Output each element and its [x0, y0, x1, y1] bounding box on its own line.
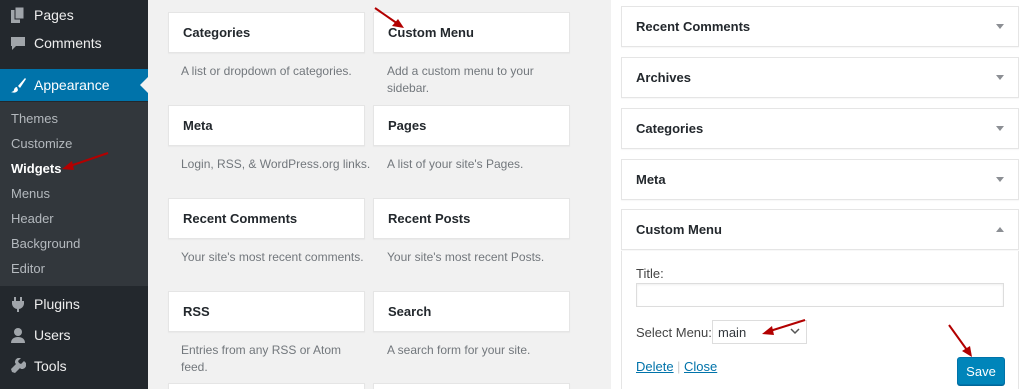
menu-label: Users — [34, 327, 71, 343]
menu-item-users[interactable]: Users — [0, 320, 148, 350]
menu-label: Plugins — [34, 296, 80, 312]
menu-item-tools[interactable]: Tools — [0, 351, 148, 381]
widget-meta[interactable]: Meta — [168, 105, 365, 146]
title-label: Title: — [636, 266, 664, 281]
widget-description: A list of your site's Pages. — [387, 157, 524, 171]
menu-item-pages[interactable]: Pages — [0, 0, 148, 30]
save-button[interactable]: Save — [957, 357, 1005, 385]
widget-description: Your site's most recent comments. — [181, 250, 364, 264]
widget-recent-posts[interactable]: Recent Posts — [373, 198, 570, 239]
widget-description: Add a custom menu to your sidebar. — [387, 64, 534, 95]
widget-partial[interactable] — [373, 383, 570, 389]
submenu-header[interactable]: Header — [11, 209, 54, 229]
submenu-editor[interactable]: Editor — [11, 259, 45, 279]
admin-sidebar: Pages Comments Appearance Themes Customi… — [0, 0, 148, 389]
area-widget-title: Meta — [636, 172, 666, 187]
select-menu-label: Select Menu: — [636, 325, 712, 340]
menu-label: Comments — [34, 35, 102, 51]
area-widget-custom-menu[interactable]: Custom Menu — [621, 209, 1019, 250]
widget-search[interactable]: Search — [373, 291, 570, 332]
area-widget-recent-comments[interactable]: Recent Comments — [621, 6, 1019, 47]
menu-item-plugins[interactable]: Plugins — [0, 289, 148, 319]
tools-icon — [10, 358, 26, 374]
appearance-brush-icon — [10, 77, 26, 93]
users-icon — [10, 327, 26, 343]
submenu-customize[interactable]: Customize — [11, 134, 72, 154]
widget-description: A list or dropdown of categories. — [181, 64, 352, 78]
toggle-down-icon[interactable] — [996, 23, 1004, 29]
toggle-down-icon[interactable] — [996, 74, 1004, 80]
chevron-down-icon — [790, 328, 800, 335]
widget-description: Login, RSS, & WordPress.org links. — [181, 157, 371, 171]
area-widget-title: Custom Menu — [636, 222, 722, 237]
toggle-down-icon[interactable] — [996, 125, 1004, 131]
plugins-icon — [10, 296, 26, 312]
submenu-themes[interactable]: Themes — [11, 109, 58, 129]
widget-description: A search form for your site. — [387, 343, 531, 357]
title-input[interactable] — [636, 283, 1004, 307]
menu-label: Appearance — [34, 77, 110, 93]
link-separator: | — [677, 359, 681, 374]
widget-custom-menu[interactable]: Custom Menu — [373, 12, 570, 53]
toggle-down-icon[interactable] — [996, 176, 1004, 182]
menu-item-comments[interactable]: Comments — [0, 28, 148, 58]
menu-label: Tools — [34, 358, 67, 374]
area-widget-meta[interactable]: Meta — [621, 159, 1019, 200]
menu-item-appearance[interactable]: Appearance — [0, 69, 148, 101]
submenu-menus[interactable]: Menus — [11, 184, 50, 204]
widget-pages[interactable]: Pages — [373, 105, 570, 146]
widget-rss[interactable]: RSS — [168, 291, 365, 332]
widget-description: Entries from any RSS or Atom feed. — [181, 343, 342, 374]
widget-recent-comments[interactable]: Recent Comments — [168, 198, 365, 239]
pages-icon — [10, 7, 26, 23]
menu-label: Pages — [34, 7, 74, 23]
toggle-up-icon[interactable] — [996, 226, 1004, 232]
submenu-background[interactable]: Background — [11, 234, 80, 254]
area-widget-archives[interactable]: Archives — [621, 57, 1019, 98]
appearance-submenu: Themes Customize Widgets Menus Header Ba… — [0, 102, 148, 286]
select-value: main — [718, 324, 747, 340]
area-widget-title: Categories — [636, 121, 704, 136]
area-widget-title: Archives — [636, 70, 691, 85]
widget-partial[interactable] — [168, 383, 365, 389]
close-link[interactable]: Close — [684, 359, 717, 374]
select-menu-dropdown[interactable]: main — [712, 320, 807, 344]
area-widget-categories[interactable]: Categories — [621, 108, 1019, 149]
submenu-widgets[interactable]: Widgets — [11, 159, 61, 179]
comments-icon — [10, 35, 26, 51]
delete-link[interactable]: Delete — [636, 359, 674, 374]
widget-categories[interactable]: Categories — [168, 12, 365, 53]
area-widget-title: Recent Comments — [636, 19, 751, 34]
widget-description: Your site's most recent Posts. — [387, 250, 545, 264]
